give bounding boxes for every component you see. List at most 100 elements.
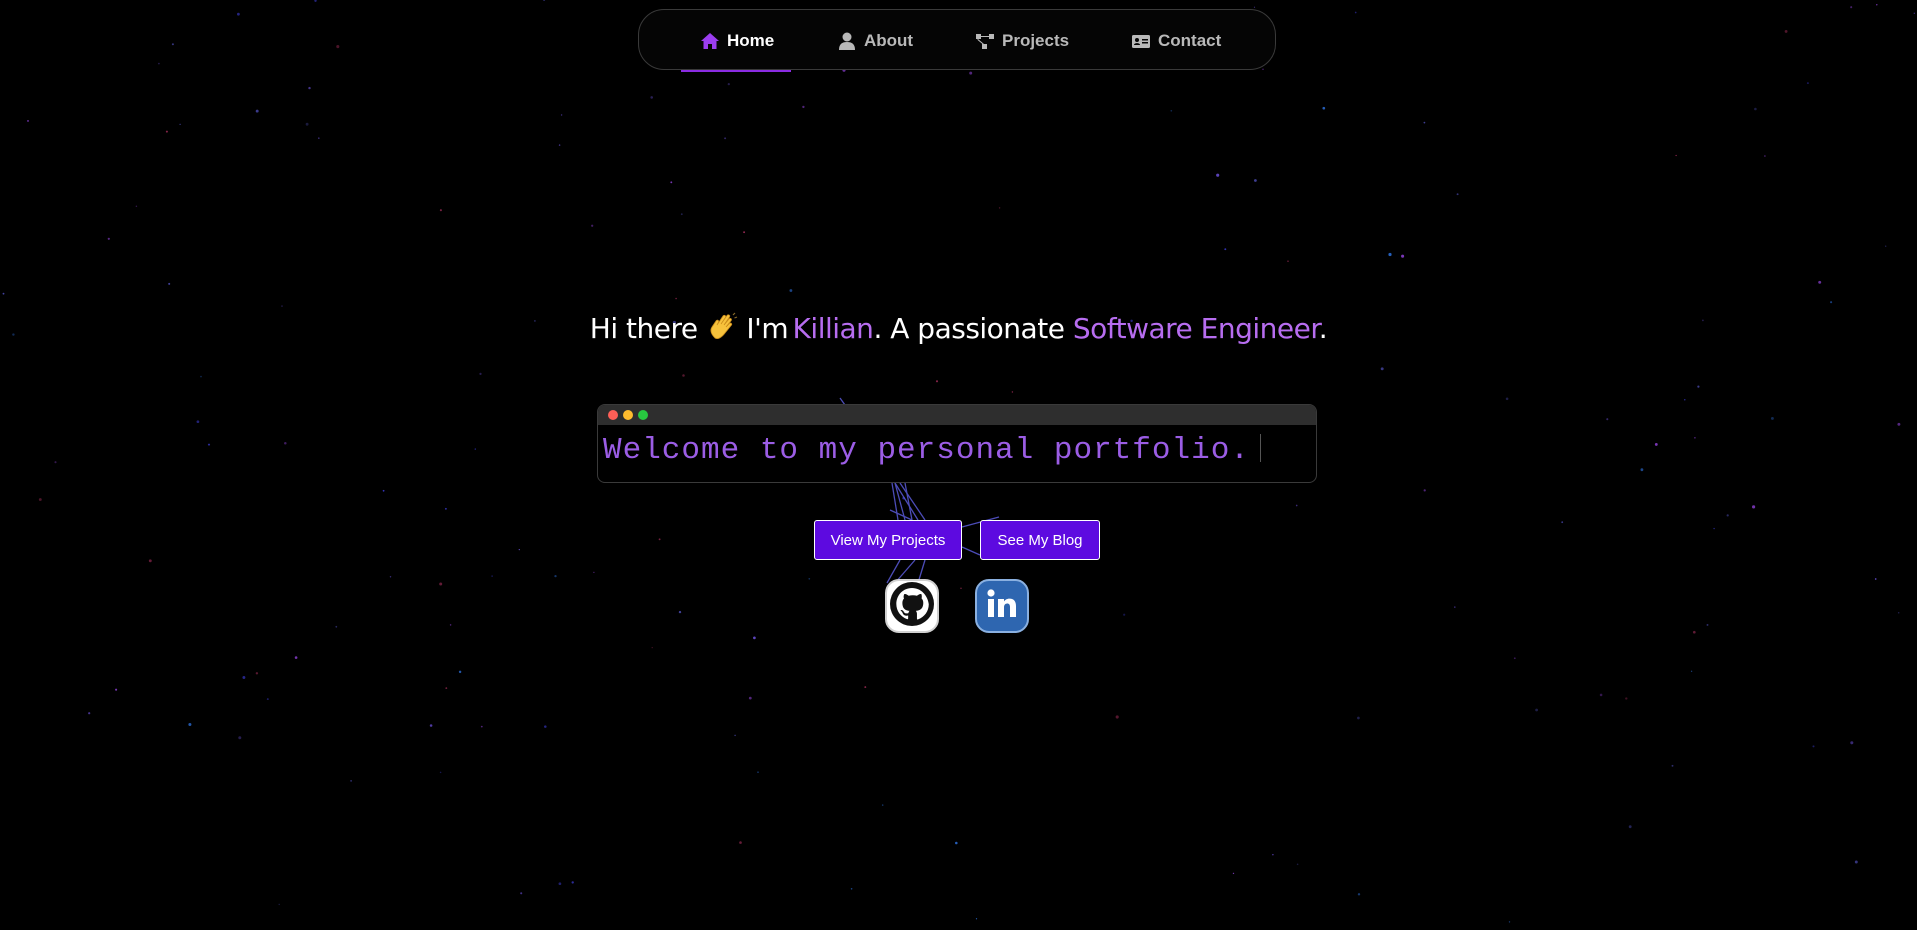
star	[680, 213, 683, 216]
star	[1876, 4, 1878, 6]
nav-label-home: Home	[727, 30, 775, 50]
im-text: I'm	[746, 312, 789, 345]
star	[518, 549, 520, 551]
star	[238, 736, 242, 740]
star	[1224, 248, 1227, 251]
star	[281, 305, 283, 307]
star	[336, 45, 340, 49]
star	[115, 688, 118, 691]
star	[727, 82, 730, 86]
star	[1508, 921, 1511, 923]
star	[651, 646, 653, 649]
star	[1123, 613, 1126, 616]
name-highlight: Killian	[792, 312, 874, 345]
nav-label-contact: Contact	[1158, 30, 1222, 50]
star	[1287, 260, 1289, 262]
view-projects-button[interactable]: View My Projects	[814, 520, 962, 560]
star	[188, 722, 192, 727]
typed-text: Welcome to my personal portfolio.	[603, 433, 1250, 468]
linkedin-icon	[983, 584, 1021, 628]
star	[1690, 670, 1693, 672]
nav-item-about[interactable]: About	[837, 10, 913, 71]
nav-item-contact[interactable]: Contact	[1131, 10, 1221, 71]
star	[1561, 521, 1564, 524]
star	[1423, 121, 1426, 124]
star	[242, 676, 246, 679]
terminal-window: Welcome to my personal portfolio.	[597, 404, 1317, 483]
star	[560, 114, 563, 116]
star	[1770, 416, 1774, 420]
star	[1011, 391, 1014, 393]
star	[1354, 11, 1357, 14]
github-icon	[890, 581, 934, 631]
star	[179, 123, 181, 126]
star	[1401, 254, 1405, 258]
end-punctuation: .	[1318, 312, 1328, 345]
star	[1697, 385, 1700, 388]
star	[27, 119, 29, 122]
star	[682, 374, 685, 377]
star	[1854, 860, 1858, 864]
star	[207, 443, 211, 446]
waving-hand-icon	[706, 312, 738, 342]
star	[1606, 418, 1609, 421]
star	[724, 137, 727, 140]
star	[1296, 863, 1299, 866]
star	[1505, 397, 1509, 401]
maximize-dot-icon	[638, 410, 648, 420]
star	[757, 771, 759, 773]
star	[670, 181, 673, 184]
star	[1874, 578, 1877, 580]
greeting-text: Hi there	[589, 312, 698, 345]
star	[1115, 715, 1119, 719]
star	[1170, 109, 1173, 112]
active-nav-underline	[681, 70, 791, 72]
star	[429, 724, 433, 727]
star	[1232, 872, 1235, 875]
star	[1423, 489, 1426, 492]
see-blog-button[interactable]: See My Blog	[980, 520, 1100, 560]
star	[2, 292, 5, 295]
star	[165, 130, 168, 133]
star	[1850, 741, 1854, 745]
star	[479, 372, 482, 376]
star	[1897, 611, 1900, 614]
star	[278, 903, 280, 906]
star	[444, 507, 447, 510]
star	[305, 122, 309, 126]
linkedin-link[interactable]	[975, 579, 1029, 633]
star	[382, 489, 385, 492]
nav-item-projects[interactable]: Projects	[975, 10, 1069, 71]
terminal-line: Welcome to my personal portfolio.	[603, 433, 1261, 468]
star	[998, 207, 1001, 209]
star	[1262, 68, 1264, 70]
star	[158, 62, 160, 65]
star	[1357, 716, 1360, 720]
github-link[interactable]	[885, 579, 939, 633]
star	[802, 105, 805, 109]
star	[439, 771, 442, 774]
star	[881, 804, 884, 806]
star	[1897, 422, 1901, 426]
star	[658, 538, 661, 541]
middle-text: . A passionate	[873, 312, 1065, 345]
star	[1671, 764, 1674, 767]
star	[591, 224, 594, 227]
star	[743, 231, 746, 234]
star	[571, 881, 574, 884]
star	[314, 0, 317, 3]
star	[969, 71, 973, 75]
star	[1456, 193, 1459, 196]
star	[1726, 514, 1729, 517]
star	[1380, 367, 1384, 371]
star	[196, 420, 200, 424]
star	[439, 209, 442, 212]
star	[1357, 893, 1361, 896]
star	[148, 559, 152, 563]
star	[1599, 693, 1603, 697]
star	[439, 582, 443, 586]
nav-item-home[interactable]: Home	[700, 10, 774, 71]
star	[1850, 6, 1853, 9]
star	[678, 610, 682, 614]
star	[789, 289, 793, 292]
